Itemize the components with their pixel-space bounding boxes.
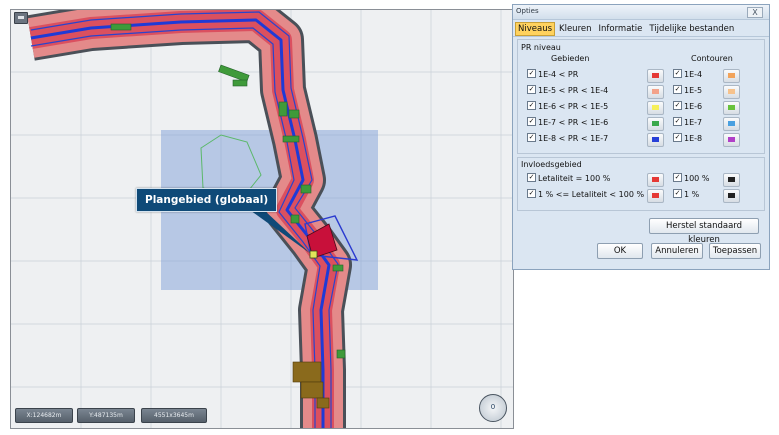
tab-niveaus[interactable]: Niveaus — [515, 22, 556, 36]
checkbox[interactable] — [673, 189, 682, 198]
contour-color-button[interactable] — [723, 173, 740, 187]
area-color-button[interactable] — [647, 85, 664, 99]
cancel-button[interactable]: Annuleren — [651, 243, 703, 259]
contours-header: Contouren — [691, 54, 733, 63]
checkbox[interactable] — [527, 133, 536, 142]
pr-area-row[interactable]: 1E-7 < PR < 1E-6 — [527, 116, 608, 130]
apply-button[interactable]: Toepassen — [709, 243, 761, 259]
location-marker — [309, 250, 318, 259]
checkbox[interactable] — [527, 173, 536, 182]
pr-area-label: 1E-6 < PR < 1E-5 — [538, 102, 609, 111]
checkbox[interactable] — [673, 69, 682, 78]
dialog-title: Opties — [516, 7, 539, 15]
pr-area-row[interactable]: 1E-6 < PR < 1E-5 — [527, 100, 608, 114]
restore-default-colors-button[interactable]: Herstel standaard kleuren — [649, 218, 759, 245]
pr-contour-row[interactable]: 1E-5 — [673, 84, 702, 98]
checkbox[interactable] — [673, 85, 682, 94]
influence-contour-label: 1 % — [684, 190, 700, 199]
influence-contour-row[interactable]: 100 % — [673, 172, 709, 186]
contour-color-button[interactable] — [723, 69, 740, 83]
area-color-button[interactable] — [647, 173, 664, 187]
checkbox[interactable] — [673, 101, 682, 110]
pr-contour-row[interactable]: 1E-8 — [673, 132, 702, 146]
pr-area-row[interactable]: 1E-5 < PR < 1E-4 — [527, 84, 608, 98]
checkbox[interactable] — [673, 117, 682, 126]
area-color-button[interactable] — [647, 133, 664, 147]
map-view[interactable]: Plangebied (globaal) X:124682m Y:487135m… — [10, 9, 514, 429]
influence-area-row[interactable]: Letaliteit = 100 % — [527, 172, 610, 186]
area-color-button[interactable] — [647, 117, 664, 131]
pr-area-label: 1E-5 < PR < 1E-4 — [538, 86, 609, 95]
map-canvas[interactable] — [11, 10, 513, 428]
area-color-button[interactable] — [647, 189, 664, 203]
checkbox[interactable] — [673, 133, 682, 142]
x-coordinate-readout: X:124682m — [15, 408, 73, 423]
influence-area-label: 1 % <= Letaliteit < 100 % — [538, 190, 645, 199]
pr-area-label: 1E-7 < PR < 1E-6 — [538, 118, 609, 127]
dialog-titlebar[interactable]: Opties X — [513, 5, 769, 20]
contour-color-button[interactable] — [723, 117, 740, 131]
pr-contour-row[interactable]: 1E-7 — [673, 116, 702, 130]
influence-area-label: Letaliteit = 100 % — [538, 174, 611, 183]
close-button[interactable]: X — [747, 7, 763, 18]
pr-area-label: 1E-8 < PR < 1E-7 — [538, 134, 609, 143]
checkbox[interactable] — [527, 85, 536, 94]
options-dialog: Opties X Niveaus Kleuren Informatie Tijd… — [512, 4, 770, 270]
pr-area-row[interactable]: 1E-4 < PR — [527, 68, 578, 82]
tab-informatie[interactable]: Informatie — [596, 22, 646, 36]
contour-color-button[interactable] — [723, 101, 740, 115]
tab-strip: Niveaus Kleuren Informatie Tijdelijke be… — [515, 22, 738, 36]
area-color-button[interactable] — [647, 69, 664, 83]
pr-area-label: 1E-4 < PR — [538, 70, 579, 79]
contour-color-button[interactable] — [723, 189, 740, 203]
window-menu-icon[interactable] — [14, 12, 28, 24]
pr-contour-label: 1E-8 — [684, 134, 703, 143]
contour-color-button[interactable] — [723, 133, 740, 147]
area-color-button[interactable] — [647, 101, 664, 115]
tab-kleuren[interactable]: Kleuren — [556, 22, 594, 36]
y-coordinate-readout: Y:487135m — [77, 408, 135, 423]
influence-contour-row[interactable]: 1 % — [673, 188, 699, 202]
compass-icon[interactable]: 0 — [479, 394, 507, 422]
tab-tijdelijke-bestanden[interactable]: Tijdelijke bestanden — [646, 22, 737, 36]
plan-area-callout: Plangebied (globaal) — [136, 188, 278, 212]
map-extent-readout: 4551x3645m — [141, 408, 207, 423]
pr-contour-label: 1E-4 — [684, 70, 703, 79]
pr-contour-row[interactable]: 1E-4 — [673, 68, 702, 82]
pr-level-title: PR niveau — [521, 43, 561, 52]
ok-button[interactable]: OK — [597, 243, 643, 259]
influence-area-row[interactable]: 1 % <= Letaliteit < 100 % — [527, 188, 644, 202]
pr-contour-label: 1E-6 — [684, 102, 703, 111]
pr-area-row[interactable]: 1E-8 < PR < 1E-7 — [527, 132, 608, 146]
contour-color-button[interactable] — [723, 85, 740, 99]
pr-contour-row[interactable]: 1E-6 — [673, 100, 702, 114]
compass-label: 0 — [490, 403, 496, 411]
checkbox[interactable] — [527, 117, 536, 126]
pr-contour-label: 1E-7 — [684, 118, 703, 127]
areas-header: Gebieden — [551, 54, 590, 63]
influence-contour-label: 100 % — [684, 174, 710, 183]
checkbox[interactable] — [527, 189, 536, 198]
checkbox[interactable] — [527, 101, 536, 110]
checkbox[interactable] — [673, 173, 682, 182]
checkbox[interactable] — [527, 69, 536, 78]
pr-contour-label: 1E-5 — [684, 86, 703, 95]
influence-area-title: Invloedsgebied — [521, 160, 582, 169]
